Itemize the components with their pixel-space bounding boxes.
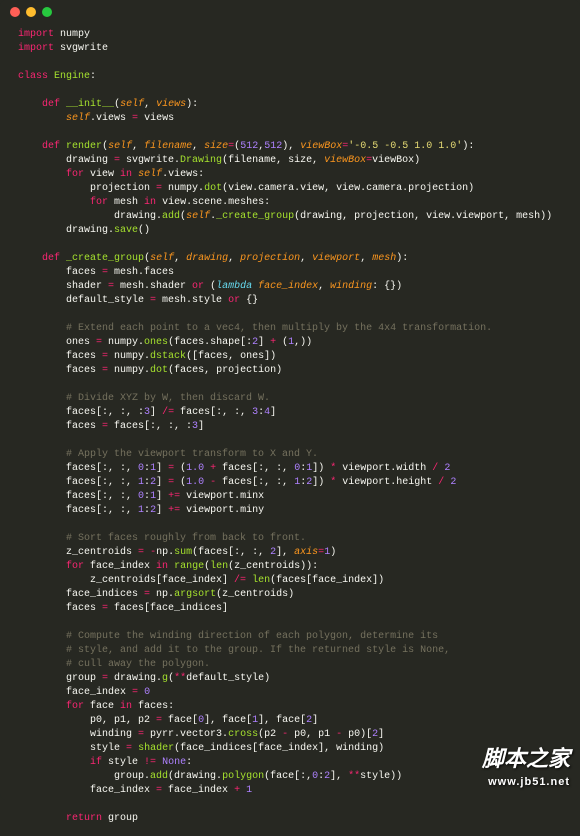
code-content: import numpy import svgwrite class Engin… [0,24,580,836]
code-window: import numpy import svgwrite class Engin… [0,0,580,800]
maximize-icon[interactable] [42,7,52,17]
window-titlebar [0,0,580,24]
minimize-icon[interactable] [26,7,36,17]
close-icon[interactable] [10,7,20,17]
